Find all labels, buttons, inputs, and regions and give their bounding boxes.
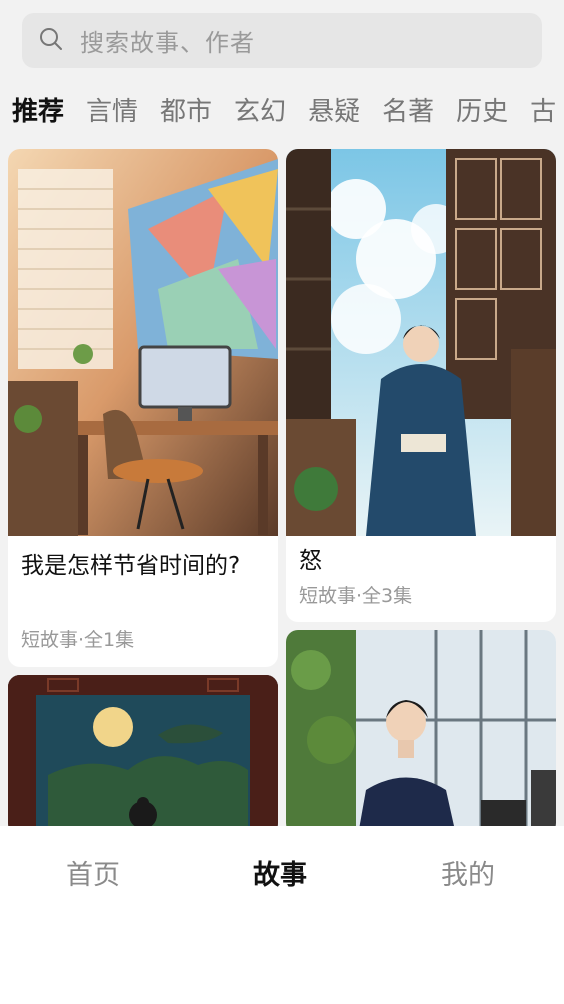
nav-story[interactable]: 故事 [253, 856, 307, 896]
story-title: 怒 [299, 548, 322, 574]
story-card[interactable]: 我是怎样节省时间的? 短故事·全1集 [8, 149, 278, 667]
story-title: 我是怎样节省时间的? [21, 553, 241, 579]
story-card[interactable] [8, 675, 278, 835]
story-card[interactable] [286, 630, 556, 835]
tab-fantasy[interactable]: 玄幻 [234, 92, 286, 132]
story-meta: 短故事·全1集 [21, 629, 135, 651]
search-bar[interactable]: 搜索故事、作者 [22, 13, 542, 68]
nav-mine[interactable]: 我的 [441, 856, 495, 896]
tab-ancient[interactable]: 古 [530, 92, 556, 132]
tab-urban[interactable]: 都市 [160, 92, 212, 132]
app-root: 搜索故事、作者 推荐 言情 都市 玄幻 悬疑 名著 历史 古 我是怎样节省时间的… [0, 0, 564, 1004]
story-cover-image [8, 675, 278, 835]
tab-recommend[interactable]: 推荐 [12, 92, 64, 132]
nav-home[interactable]: 首页 [66, 856, 120, 896]
category-tabs: 推荐 言情 都市 玄幻 悬疑 名著 历史 古 [12, 92, 564, 132]
search-input-placeholder[interactable]: 搜索故事、作者 [80, 23, 255, 58]
story-meta: 短故事·全3集 [299, 585, 413, 607]
tab-history[interactable]: 历史 [456, 92, 508, 132]
tab-classics[interactable]: 名著 [382, 92, 434, 132]
search-icon [38, 26, 64, 56]
tab-romance[interactable]: 言情 [86, 92, 138, 132]
bottom-nav: 首页 故事 我的 [0, 826, 564, 1004]
story-cover-image [8, 149, 278, 536]
tab-mystery[interactable]: 悬疑 [308, 92, 360, 132]
story-cover-image [286, 149, 556, 536]
story-cover-image [286, 630, 556, 835]
story-card[interactable]: 怒 短故事·全3集 [286, 149, 556, 622]
